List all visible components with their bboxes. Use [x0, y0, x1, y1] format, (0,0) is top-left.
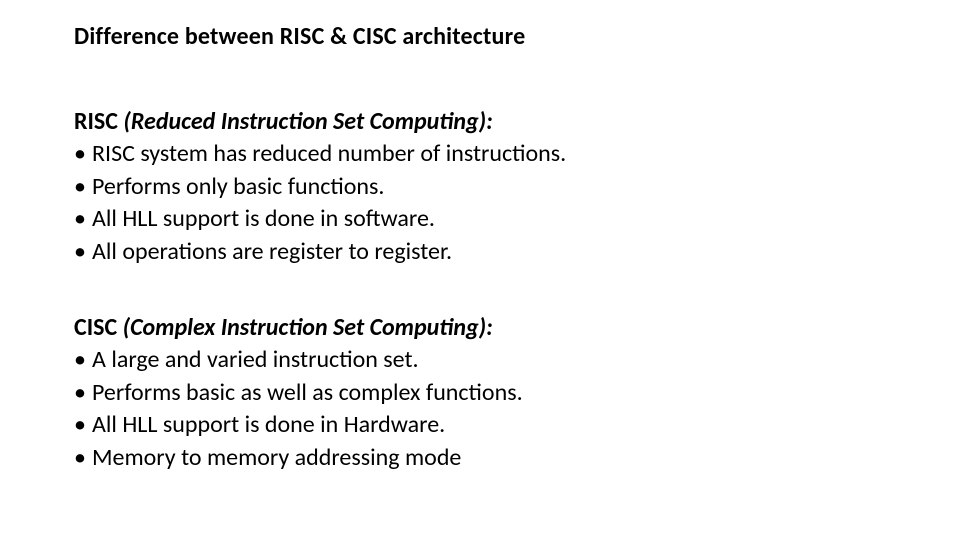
list-item: •A large and varied instruction set. — [74, 344, 523, 376]
bullet-dot: • — [74, 409, 92, 441]
bullet-dot: • — [74, 377, 92, 409]
bullet-text: All HLL support is done in software. — [92, 203, 435, 235]
bullet-dot: • — [74, 203, 92, 235]
bullet-text: Performs only basic functions. — [92, 171, 384, 203]
list-item: •Performs basic as well as complex funct… — [74, 377, 523, 409]
bullet-text: Performs basic as well as complex functi… — [92, 377, 523, 409]
bullet-dot: • — [74, 138, 92, 170]
bullet-dot: • — [74, 171, 92, 203]
bullet-dot: • — [74, 344, 92, 376]
bullet-dot: • — [74, 236, 92, 268]
bullet-text: All operations are register to register. — [92, 236, 452, 268]
list-item: •Performs only basic functions. — [74, 171, 566, 203]
list-item: •RISC system has reduced number of instr… — [74, 138, 566, 170]
bullet-text: A large and varied instruction set. — [92, 344, 419, 376]
bullet-dot: • — [74, 442, 92, 474]
bullet-text: All HLL support is done in Hardware. — [92, 409, 445, 441]
page-title: Difference between RISC & CISC architect… — [74, 22, 525, 51]
risc-heading: RISC (Reduced Instruction Set Computing)… — [74, 106, 566, 138]
cisc-expansion: (Complex Instruction Set Computing): — [123, 313, 493, 342]
list-item: •All operations are register to register… — [74, 236, 566, 268]
list-item: •All HLL support is done in Hardware. — [74, 409, 523, 441]
risc-expansion: (Reduced Instruction Set Computing): — [123, 107, 492, 136]
risc-name: RISC — [74, 107, 118, 136]
cisc-bullets: •A large and varied instruction set. •Pe… — [74, 344, 523, 474]
bullet-text: Memory to memory addressing mode — [92, 442, 461, 474]
list-item: •Memory to memory addressing mode — [74, 442, 523, 474]
cisc-heading: CISC (Complex Instruction Set Computing)… — [74, 312, 523, 344]
list-item: •All HLL support is done in software. — [74, 203, 566, 235]
risc-section: RISC (Reduced Instruction Set Computing)… — [74, 106, 566, 268]
cisc-name: CISC — [74, 313, 117, 342]
cisc-section: CISC (Complex Instruction Set Computing)… — [74, 312, 523, 474]
slide: Difference between RISC & CISC architect… — [0, 0, 960, 540]
bullet-text: RISC system has reduced number of instru… — [92, 138, 566, 170]
risc-bullets: •RISC system has reduced number of instr… — [74, 138, 566, 268]
